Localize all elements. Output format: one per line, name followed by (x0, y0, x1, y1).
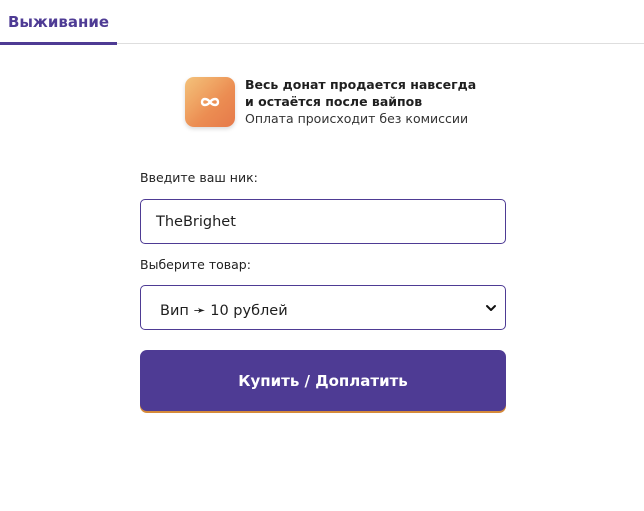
product-select-value: Вип ➛ 10 рублей (160, 302, 288, 319)
active-tab-indicator (0, 42, 117, 45)
product-select[interactable]: Вип ➛ 10 рублей (140, 285, 506, 330)
tab-bar: Выживание (0, 0, 644, 45)
nick-input[interactable]: TheBrighet (140, 199, 506, 244)
info-text: Весь донат продается навсегда и остаётся… (245, 76, 476, 127)
tab-survival[interactable]: Выживание (0, 0, 117, 45)
nick-input-value: TheBrighet (156, 213, 236, 230)
chevron-down-icon (483, 300, 499, 316)
info-subtitle: Оплата происходит без комиссии (245, 111, 469, 126)
nick-label: Введите ваш ник: (140, 170, 258, 185)
infinity-icon (185, 76, 235, 127)
product-label: Выберите товар: (140, 257, 251, 272)
tab-survival-label: Выживание (7, 13, 110, 31)
buy-button[interactable]: Купить / Доплатить (140, 350, 506, 411)
buy-button-label: Купить / Доплатить (238, 371, 408, 390)
info-title-line2: и остаётся после вайпов (245, 94, 423, 109)
info-title-line1: Весь донат продается навсегда (245, 77, 477, 92)
info-banner: Весь донат продается навсегда и остаётся… (185, 76, 476, 127)
